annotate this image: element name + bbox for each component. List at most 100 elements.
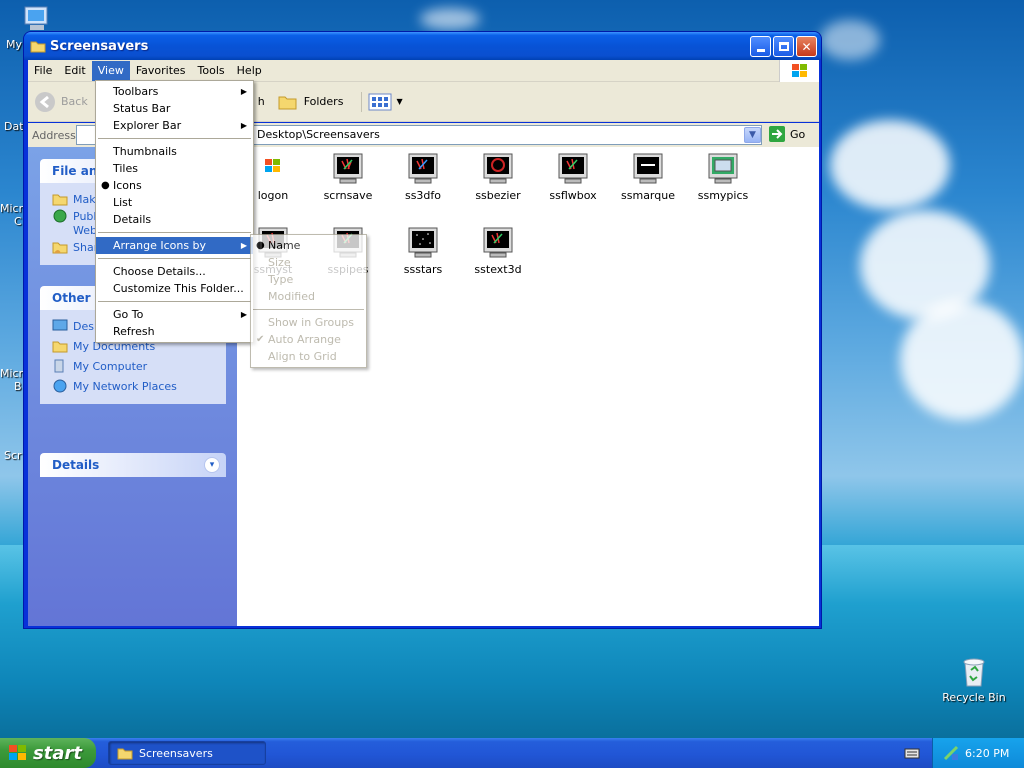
menu-item-status-bar[interactable]: Status Bar [96,100,253,117]
file-item[interactable]: ssflwbox [537,153,609,202]
cloud [830,120,950,210]
file-item[interactable]: ss3dfo [387,153,459,202]
desktop-icon [52,319,68,331]
address-path: Desktop\Screensavers [257,128,380,141]
documents-folder-icon [52,341,68,353]
menu-tools[interactable]: Tools [192,61,231,81]
file-item[interactable]: scrnsave [312,153,384,202]
menu-item-icons[interactable]: ● Icons [96,177,253,194]
screensaver-monitor-icon [408,153,438,184]
globe-icon [53,209,67,223]
submenu-item-size[interactable]: Size [251,254,366,271]
close-icon: ✕ [801,39,812,54]
menu-item-list[interactable]: List [96,194,253,211]
windows-flag-icon [9,745,26,760]
share-folder-icon [52,242,68,254]
submenu-item-modified[interactable]: Modified [251,288,366,305]
folder-icon [117,748,133,760]
menu-item-choose-details[interactable]: Choose Details... [96,263,253,280]
search-label-fragment: h [257,95,265,108]
menu-item-arrange-icons-by[interactable]: Arrange Icons by ▶ [96,237,253,254]
windows-logo [779,60,819,82]
submenu-arrow-icon: ▶ [240,241,247,250]
radio-bullet-icon: ● [256,240,265,251]
submenu-item-show-in-groups[interactable]: Show in Groups [251,314,366,331]
arrange-icons-submenu: ● Name Size Type Modified Show in Groups … [250,234,367,368]
file-item[interactable]: ssmarque [612,153,684,202]
close-button[interactable]: ✕ [796,36,817,57]
taskbar-item-screensavers[interactable]: Screensavers [108,741,266,765]
screensaver-monitor-icon [408,227,438,258]
menu-view[interactable]: View [91,60,130,81]
minimize-icon [756,49,765,52]
menu-item-refresh[interactable]: Refresh [96,323,253,340]
expand-chevron-icon[interactable]: ▾ [204,457,220,473]
start-button[interactable]: start [0,738,96,768]
cloud [420,8,480,30]
menu-separator [98,232,251,233]
menu-item-tiles[interactable]: Tiles [96,160,253,177]
clock[interactable]: 6:20 PM [965,747,1009,760]
keyboard-icon[interactable] [904,746,920,763]
desktop-icon-recycle-bin[interactable]: Recycle Bin [938,656,1010,704]
menu-separator [98,138,251,139]
submenu-item-align-to-grid[interactable]: Align to Grid [251,348,366,365]
menu-favorites[interactable]: Favorites [130,61,192,81]
menu-item-thumbnails[interactable]: Thumbnails [96,143,253,160]
views-icon [368,93,392,110]
menu-separator [253,309,364,310]
maximize-icon [778,42,789,51]
menu-edit[interactable]: Edit [58,61,91,81]
back-arrow-icon [35,91,55,112]
views-button[interactable]: ▼ [361,91,403,112]
submenu-arrow-icon: ▶ [240,310,247,319]
menu-item-go-to[interactable]: Go To ▶ [96,306,253,323]
my-computer-link[interactable]: My Computer [52,356,216,376]
new-folder-icon [52,194,68,206]
title-bar[interactable]: Screensavers ✕ [24,32,821,60]
back-button[interactable]: Back [34,91,88,113]
file-item[interactable]: ssmypics [687,153,759,202]
menu-file[interactable]: File [28,61,58,81]
network-tray-icon[interactable] [943,745,959,761]
menu-separator [98,258,251,259]
submenu-arrow-icon: ▶ [240,87,247,96]
menu-separator [98,301,251,302]
details-header[interactable]: Details ▾ [40,453,226,477]
folders-button[interactable]: Folders [277,93,343,111]
file-item[interactable]: sstext3d [462,227,534,276]
file-view: logon scrnsave ss3dfo ssbezier ssflwbox … [237,147,819,626]
my-network-places-link[interactable]: My Network Places [52,376,216,396]
maximize-button[interactable] [773,36,794,57]
go-button[interactable]: Go [768,125,805,143]
chevron-down-icon: ▼ [749,130,756,140]
screensaver-monitor-icon [708,153,738,184]
menu-item-customize-folder[interactable]: Customize This Folder... [96,280,253,297]
submenu-item-name[interactable]: ● Name [251,237,366,254]
radio-bullet-icon: ● [101,180,110,191]
view-menu: Toolbars ▶ Status Bar Explorer Bar ▶ Thumb… [95,80,254,343]
submenu-item-type[interactable]: Type [251,271,366,288]
submenu-arrow-icon: ▶ [240,121,247,130]
menu-item-toolbars[interactable]: Toolbars ▶ [96,83,253,100]
screensaver-monitor-icon [633,153,663,184]
folder-icon [30,41,46,53]
submenu-item-auto-arrange[interactable]: ✔ Auto Arrange [251,331,366,348]
file-item[interactable]: ssbezier [462,153,534,202]
windows-logo-file-icon [265,159,280,172]
screensaver-monitor-icon [558,153,588,184]
folders-icon [278,96,297,109]
address-dropdown-button[interactable]: ▼ [744,127,761,143]
menu-item-details[interactable]: Details [96,211,253,228]
computer-icon [54,359,64,373]
checkmark-icon: ✔ [256,334,265,345]
menu-help[interactable]: Help [231,61,268,81]
details-panel: Details ▾ [40,453,226,477]
menu-item-explorer-bar[interactable]: Explorer Bar ▶ [96,117,253,134]
screensaver-monitor-icon [483,153,513,184]
minimize-button[interactable] [750,36,771,57]
windows-flag-icon [791,64,807,77]
network-icon [53,379,67,393]
taskbar: start Screensavers 6:20 PM [0,738,1024,768]
file-item[interactable]: ssstars [387,227,459,276]
